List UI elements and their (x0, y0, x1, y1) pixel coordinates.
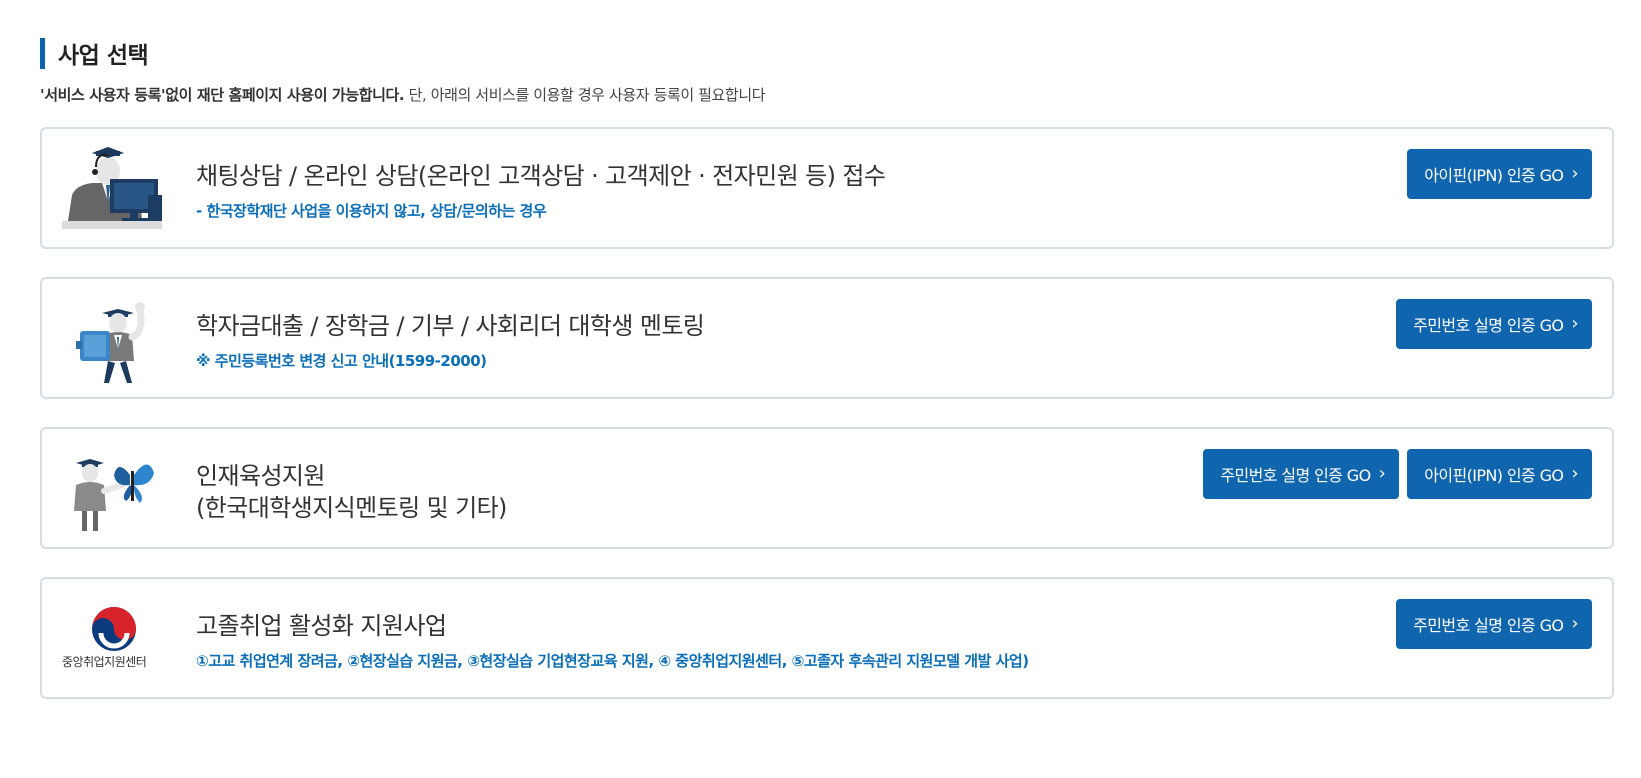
card-actions: 주민번호 실명 인증 GO › 아이핀(IPN) 인증 GO › (1203, 449, 1592, 499)
card-actions: 주민번호 실명 인증 GO › (1396, 299, 1592, 349)
graduate-with-book-icon (62, 295, 170, 383)
graduate-butterfly-icon (62, 445, 170, 533)
notice-rest: 단, 아래의 서비스를 이용할 경우 사용자 등록이 필요합니다 (404, 86, 766, 104)
button-label: 아이핀(IPN) 인증 GO (1424, 166, 1564, 185)
service-card-high-school-employment: 중앙취업지원센터 고졸취업 활성화 지원사업 ①고교 취업연계 장려금, ②현장… (40, 577, 1614, 699)
card-title: 채팅상담 / 온라인 상담(온라인 고객상담 · 고객제안 · 전자민원 등) … (196, 162, 886, 190)
registration-notice: '서비스 사용자 등록'없이 재단 홈페이지 사용이 가능합니다. 단, 아래의… (40, 84, 766, 105)
card-title-line2: (한국대학생지식멘토링 및 기타) (196, 494, 507, 522)
button-label: 주민번호 실명 인증 GO (1220, 466, 1371, 485)
resident-id-auth-button[interactable]: 주민번호 실명 인증 GO › (1203, 449, 1400, 499)
employment-center-logo-text: 중앙취업지원센터 (62, 655, 147, 669)
button-label: 주민번호 실명 인증 GO (1413, 616, 1564, 635)
chevron-right-icon: › (1571, 313, 1578, 334)
page-title: 사업 선택 (58, 43, 149, 69)
ipin-auth-button[interactable]: 아이핀(IPN) 인증 GO › (1407, 449, 1592, 499)
notice-bold: '서비스 사용자 등록'없이 재단 홈페이지 사용이 가능합니다. (40, 86, 405, 104)
title-accent-bar (40, 37, 45, 69)
card-actions: 아이핀(IPN) 인증 GO › (1407, 149, 1592, 199)
ipin-auth-button[interactable]: 아이핀(IPN) 인증 GO › (1407, 149, 1592, 199)
card-actions: 주민번호 실명 인증 GO › (1396, 599, 1592, 649)
service-card-online-counsel: 채팅상담 / 온라인 상담(온라인 고객상담 · 고객제안 · 전자민원 등) … (40, 127, 1614, 249)
card-subtitle: - 한국장학재단 사업을 이용하지 않고, 상담/문의하는 경우 (196, 202, 547, 220)
chevron-right-icon: › (1571, 163, 1578, 184)
resident-id-auth-button[interactable]: 주민번호 실명 인증 GO › (1396, 299, 1592, 349)
button-label: 아이핀(IPN) 인증 GO (1424, 466, 1564, 485)
card-subtitle: ①고교 취업연계 장려금, ②현장실습 지원금, ③현장실습 기업현장교육 지원… (196, 652, 1029, 670)
button-label: 주민번호 실명 인증 GO (1413, 316, 1564, 335)
service-card-student-loan: 학자금대출 / 장학금 / 기부 / 사회리더 대학생 멘토링 ※ 주민등록번호… (40, 277, 1614, 399)
chevron-right-icon: › (1571, 613, 1578, 634)
chevron-right-icon: › (1378, 463, 1386, 484)
card-subtitle: ※ 주민등록번호 변경 신고 안내(1599-2000) (196, 352, 487, 370)
section-header: 사업 선택 (40, 37, 149, 69)
card-title: 인재육성지원 (196, 462, 325, 490)
resident-id-auth-button[interactable]: 주민번호 실명 인증 GO › (1396, 599, 1592, 649)
card-title: 고졸취업 활성화 지원사업 (196, 612, 447, 640)
service-card-talent-development: 인재육성지원 (한국대학생지식멘토링 및 기타) 주민번호 실명 인증 GO ›… (40, 427, 1614, 549)
counselor-icon (62, 145, 170, 233)
chevron-right-icon: › (1571, 463, 1578, 484)
card-title: 학자금대출 / 장학금 / 기부 / 사회리더 대학생 멘토링 (196, 312, 705, 340)
